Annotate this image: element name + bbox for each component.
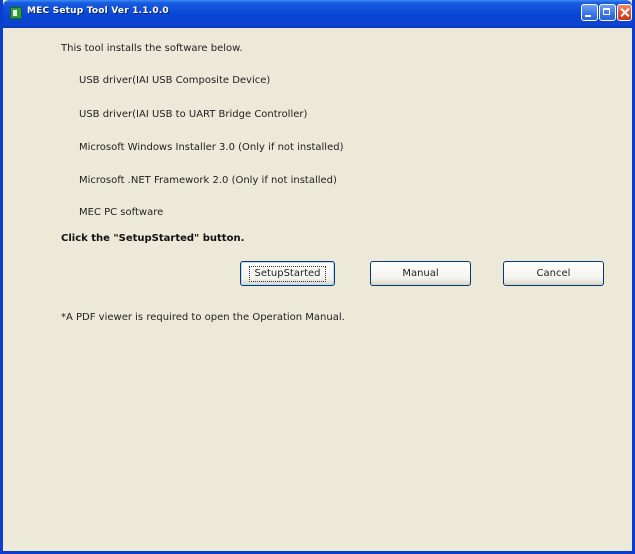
window-title: MEC Setup Tool Ver 1.1.0.0 — [27, 6, 169, 16]
close-button[interactable] — [617, 4, 632, 21]
intro-text: This tool installs the software below. — [61, 43, 243, 54]
setup-started-button[interactable]: SetupStarted — [240, 261, 335, 286]
setup-window: MEC Setup Tool Ver 1.1.0.0 This tool ins… — [0, 0, 635, 554]
software-item-usb-uart: USB driver(IAI USB to UART Bridge Contro… — [79, 109, 308, 120]
cancel-button[interactable]: Cancel — [503, 261, 604, 286]
pdf-viewer-note: *A PDF viewer is required to open the Op… — [61, 312, 345, 323]
app-icon — [10, 7, 22, 19]
minimize-button[interactable] — [581, 4, 598, 21]
title-bar[interactable]: MEC Setup Tool Ver 1.1.0.0 — [3, 0, 632, 28]
instruction-text: Click the "SetupStarted" button. — [61, 233, 245, 244]
setup-started-label: SetupStarted — [249, 266, 326, 282]
software-item-dotnet: Microsoft .NET Framework 2.0 (Only if no… — [79, 175, 337, 186]
manual-button[interactable]: Manual — [370, 261, 471, 286]
software-item-usb-composite: USB driver(IAI USB Composite Device) — [79, 75, 271, 86]
maximize-button[interactable] — [599, 4, 616, 21]
software-item-mec-pc: MEC PC software — [79, 207, 164, 218]
software-item-windows-installer: Microsoft Windows Installer 3.0 (Only if… — [79, 142, 344, 153]
